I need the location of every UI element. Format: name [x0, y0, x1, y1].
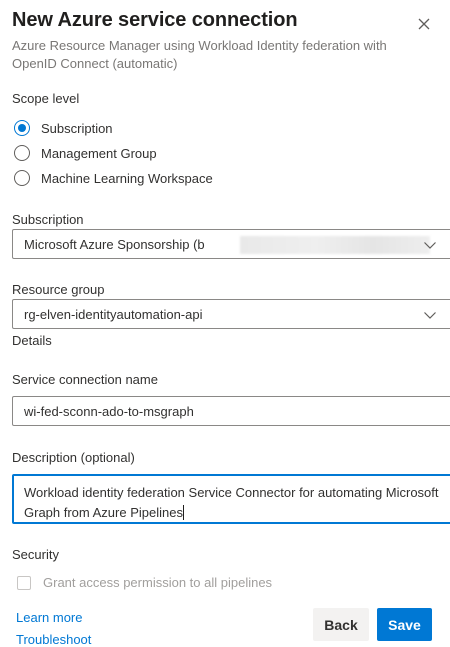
- dialog-title: New Azure service connection: [12, 9, 298, 31]
- resource-group-label: Resource group: [12, 282, 105, 297]
- radio-label: Machine Learning Workspace: [41, 170, 213, 186]
- radio-button-checked[interactable]: [14, 120, 30, 136]
- subscription-label: Subscription: [12, 212, 84, 227]
- subscription-dropdown[interactable]: Microsoft Azure Sponsorship (b: [12, 229, 450, 259]
- security-label: Security: [12, 547, 59, 562]
- grant-access-label: Grant access permission to all pipelines: [43, 575, 273, 590]
- chevron-down-icon: [424, 242, 436, 249]
- service-connection-name-input[interactable]: wi-fed-sconn-ado-to-msgraph: [12, 396, 450, 426]
- resource-group-dropdown[interactable]: rg-elven-identityautomation-api: [12, 299, 450, 329]
- troubleshoot-link[interactable]: Troubleshoot: [16, 632, 91, 647]
- text-caret: [182, 505, 184, 520]
- back-button[interactable]: Back: [313, 608, 369, 641]
- service-connection-name-value: wi-fed-sconn-ado-to-msgraph: [24, 403, 194, 419]
- description-textarea[interactable]: Workload identity federation Service Con…: [12, 474, 450, 524]
- details-label: Details: [12, 333, 52, 348]
- radio-button[interactable]: [14, 145, 30, 161]
- radio-label: Subscription: [41, 120, 113, 136]
- dialog-subtitle: Azure Resource Manager using Workload Id…: [12, 38, 387, 71]
- close-button[interactable]: [414, 14, 434, 34]
- radio-machine-learning-workspace[interactable]: Machine Learning Workspace: [14, 170, 213, 186]
- save-button[interactable]: Save: [377, 608, 432, 641]
- radio-button[interactable]: [14, 170, 30, 186]
- grant-access-checkbox[interactable]: [17, 575, 31, 590]
- description-value: Workload identity federation Service Con…: [24, 485, 439, 520]
- radio-label: Management Group: [41, 145, 157, 161]
- close-icon: [418, 18, 430, 30]
- grant-access-checkbox-row[interactable]: Grant access permission to all pipelines: [17, 575, 272, 590]
- scope-level-label: Scope level: [12, 91, 80, 106]
- chevron-down-icon: [424, 312, 436, 319]
- subscription-value: Microsoft Azure Sponsorship (b: [24, 236, 205, 252]
- radio-management-group[interactable]: Management Group: [14, 145, 157, 161]
- redacted-area: [240, 236, 430, 254]
- service-connection-name-label: Service connection name: [12, 372, 158, 387]
- description-label: Description (optional): [12, 450, 135, 465]
- learn-more-link[interactable]: Learn more: [16, 610, 82, 625]
- resource-group-value: rg-elven-identityautomation-api: [24, 306, 203, 322]
- radio-subscription[interactable]: Subscription: [14, 120, 113, 136]
